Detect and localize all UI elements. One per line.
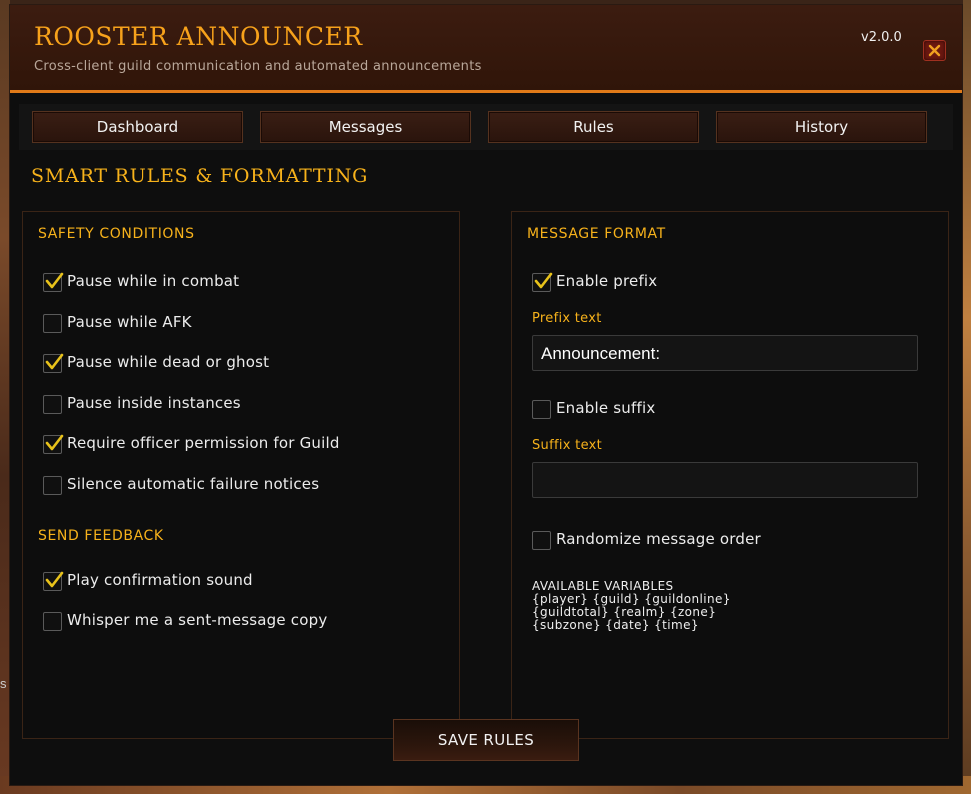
close-button[interactable] bbox=[923, 40, 946, 61]
check-label: Pause while dead or ghost bbox=[67, 353, 270, 371]
tab-bar: Dashboard Messages Rules History bbox=[19, 104, 953, 150]
rules-panel: SAFETY CONDITIONS Pause while in combat … bbox=[22, 211, 460, 739]
checkbox[interactable] bbox=[43, 476, 62, 495]
window-subtitle: Cross-client guild communication and aut… bbox=[34, 59, 482, 74]
feedback-heading: SEND FEEDBACK bbox=[38, 528, 164, 544]
suffix-input[interactable] bbox=[532, 462, 918, 498]
checkmark-icon bbox=[45, 353, 64, 370]
check-label: Silence automatic failure notices bbox=[67, 475, 320, 493]
checkmark-icon bbox=[534, 272, 553, 289]
variables-line: {subzone} {date} {time} bbox=[532, 618, 699, 632]
prefix-label: Prefix text bbox=[532, 311, 602, 326]
checkbox[interactable] bbox=[43, 434, 64, 454]
tab-dashboard[interactable]: Dashboard bbox=[32, 111, 243, 143]
prefix-input[interactable]: Announcement: bbox=[532, 335, 918, 371]
check-label: Whisper me a sent-message copy bbox=[67, 611, 328, 629]
version-label: v2.0.0 bbox=[861, 30, 902, 45]
format-panel: MESSAGE FORMAT Enable prefix Prefix text… bbox=[511, 211, 949, 739]
check-label: Randomize message order bbox=[556, 530, 761, 548]
check-label: Pause inside instances bbox=[67, 394, 241, 412]
checkbox[interactable] bbox=[43, 314, 62, 333]
check-label: Play confirmation sound bbox=[67, 571, 253, 589]
tab-rules[interactable]: Rules bbox=[488, 111, 699, 143]
checkmark-icon bbox=[45, 434, 64, 451]
window-header[interactable]: ROOSTER ANNOUNCER Cross-client guild com… bbox=[10, 5, 962, 93]
background-right bbox=[963, 0, 971, 794]
tab-messages[interactable]: Messages bbox=[260, 111, 471, 143]
background-fragment: s bbox=[0, 676, 7, 691]
check-label: Pause while in combat bbox=[67, 272, 240, 290]
format-heading: MESSAGE FORMAT bbox=[527, 226, 666, 242]
safety-heading: SAFETY CONDITIONS bbox=[38, 226, 195, 242]
check-label: Enable prefix bbox=[556, 272, 658, 290]
close-icon bbox=[928, 44, 941, 57]
check-label: Enable suffix bbox=[556, 399, 656, 417]
checkmark-icon bbox=[45, 571, 64, 588]
suffix-label: Suffix text bbox=[532, 438, 603, 453]
addon-window: ROOSTER ANNOUNCER Cross-client guild com… bbox=[9, 4, 963, 786]
checkbox[interactable] bbox=[43, 272, 64, 292]
checkbox[interactable] bbox=[532, 272, 553, 292]
checkbox[interactable] bbox=[532, 531, 551, 550]
window-title: ROOSTER ANNOUNCER bbox=[34, 22, 363, 51]
check-label: Require officer permission for Guild bbox=[67, 434, 340, 452]
page-title: SMART RULES & FORMATTING bbox=[31, 165, 369, 187]
check-label: Pause while AFK bbox=[67, 313, 192, 331]
checkmark-icon bbox=[45, 272, 64, 289]
checkbox[interactable] bbox=[43, 612, 62, 631]
tab-history[interactable]: History bbox=[716, 111, 927, 143]
save-rules-button[interactable]: SAVE RULES bbox=[393, 719, 579, 761]
variables-block: AVAILABLE VARIABLES {player} {guild} {gu… bbox=[532, 580, 731, 632]
checkbox[interactable] bbox=[43, 571, 64, 591]
checkbox[interactable] bbox=[532, 400, 551, 419]
checkbox[interactable] bbox=[43, 353, 64, 373]
checkbox[interactable] bbox=[43, 395, 62, 414]
